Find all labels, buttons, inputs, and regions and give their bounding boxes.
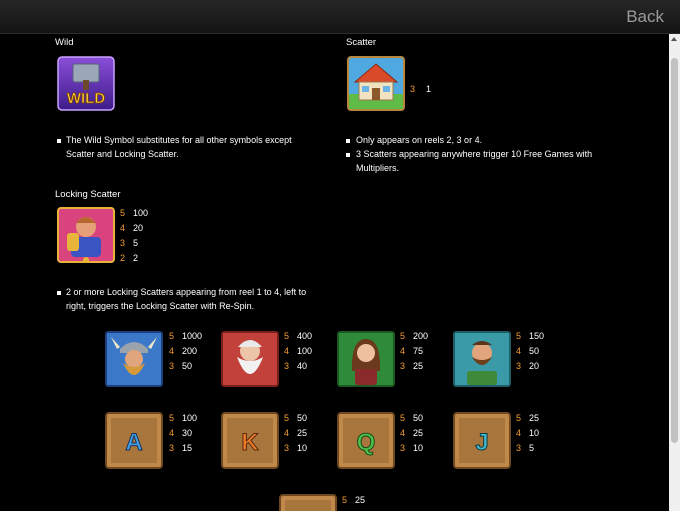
letter-j-paytable: 5 25 4 10 35	[516, 413, 540, 453]
scatter-house-icon	[347, 56, 405, 111]
bullet-icon	[346, 153, 350, 157]
partial-symbol-icon	[279, 494, 337, 511]
bullet-icon	[57, 139, 61, 143]
scatter-title: Scatter	[346, 37, 377, 48]
letter-k-text: K	[241, 429, 259, 456]
wild-title: Wild	[55, 37, 74, 48]
back-button[interactable]: Back	[626, 7, 664, 27]
letter-q-symbol-icon: Q	[337, 412, 395, 469]
woman-symbol-icon	[337, 331, 395, 387]
scrollbar-thumb[interactable]	[671, 58, 678, 443]
bearded-man-symbol-icon	[453, 331, 511, 387]
letter-a-paytable: 5 100 4 30 3 15	[169, 413, 198, 453]
bearded-man-paytable: 5 150 4 50 3 20	[516, 331, 545, 371]
letter-j-symbol-icon: J	[453, 412, 511, 469]
woman-paytable: 5 200 4 75 3 25	[400, 331, 429, 371]
old-wizard-symbol-icon	[221, 331, 279, 387]
letter-q-paytable: 5 50 4 25 3 10	[400, 413, 424, 453]
scatter-reels-text: Only appears on reels 2, 3 or 4.	[356, 135, 483, 145]
wild-icon-text: WILD	[67, 90, 105, 107]
wild-symbol-icon: WILD	[57, 56, 115, 111]
letter-k-paytable: 5 50 4 25 3 10	[284, 413, 308, 453]
locking-scatter-icon	[57, 207, 115, 263]
locking-scatter-description: 2 or more Locking Scatters appearing fro…	[66, 287, 307, 311]
bullet-icon	[346, 139, 350, 143]
scatter-trigger-text: 3 Scatters appearing anywhere trigger 10…	[356, 149, 593, 173]
scatter-paytable: 31	[410, 84, 432, 94]
letter-q-text: Q	[357, 429, 376, 456]
locking-scatter-title: Locking Scatter	[55, 189, 121, 200]
viking-helmet-symbol-icon	[105, 331, 163, 387]
partial-symbol-paytable: 5 25	[342, 495, 366, 505]
letter-k-symbol-icon: K	[221, 412, 279, 469]
bullet-icon	[57, 291, 61, 295]
scroll-up-arrow-icon[interactable]	[671, 37, 677, 41]
letter-a-text: A	[125, 429, 142, 456]
viking-helmet-paytable: 5 1000 4 200 3 50	[169, 331, 203, 371]
letter-j-text: J	[475, 429, 488, 456]
old-wizard-paytable: 5 400 4 100 3 40	[284, 331, 313, 371]
top-bar: Back	[0, 0, 680, 34]
locking-scatter-paytable: 5 100 4 20 35 22	[120, 208, 149, 263]
scrollbar[interactable]	[669, 34, 680, 511]
wild-description: The Wild Symbol substitutes for all othe…	[66, 135, 292, 159]
letter-a-symbol-icon: A	[105, 412, 163, 469]
